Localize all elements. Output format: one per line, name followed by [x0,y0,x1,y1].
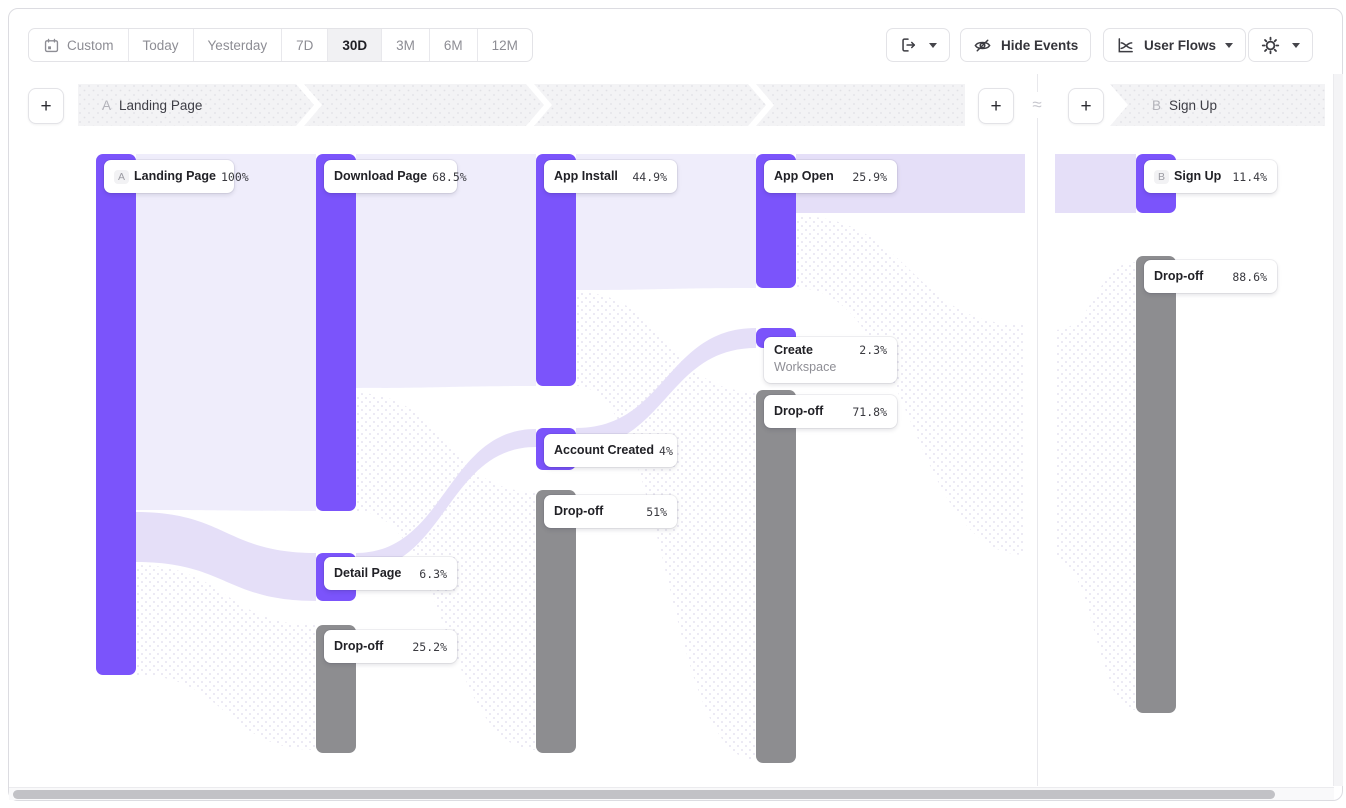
user-flows-app: CustomTodayYesterday7D30D3M6M12M Hide Ev… [0,0,1346,808]
node-name-line2: Workspace [774,359,836,375]
node-label-download[interactable]: Download Page68.5% [324,160,457,193]
node-label-dropoff-4[interactable]: Drop-off 88.6% [1144,260,1277,293]
node-percentage: 51% [646,505,667,519]
series-badge: B [1154,170,1169,184]
node-name: Sign Up [1174,169,1221,185]
node-name: Landing Page [134,169,216,185]
series-badge: A [114,170,129,184]
node-bar-dropoff-2[interactable] [536,490,576,753]
node-bar-landing[interactable] [96,154,136,675]
node-label-create-ws[interactable]: CreateWorkspace 2.3% [764,337,897,383]
node-name: Drop-off [1154,269,1203,285]
node-label-account[interactable]: Account Created 4% [544,434,677,467]
flow-appopen-to-dropoff-4 [1055,262,1136,710]
node-bar-dropoff-3[interactable] [756,390,796,763]
node-name: Download Page [334,169,427,185]
node-label-install[interactable]: App Install 44.9% [544,160,677,193]
node-bar-download[interactable] [316,154,356,511]
node-label-landing[interactable]: ALanding Page100% [104,160,234,193]
horizontal-scrollbar-thumb[interactable] [13,790,1275,799]
node-label-dropoff-1[interactable]: Drop-off 25.2% [324,630,457,663]
node-label-appopen[interactable]: App Open 25.9% [764,160,897,193]
node-name: Account Created [554,443,654,459]
node-label-detail[interactable]: Detail Page 6.3% [324,557,457,590]
node-percentage: 2.3% [859,343,887,357]
node-percentage: 6.3% [419,567,447,581]
node-label-signup[interactable]: B Sign Up 11.4% [1144,160,1277,193]
node-name: App Install [554,169,618,185]
node-percentage: 25.2% [412,640,447,654]
node-percentage: 68.5% [432,170,467,184]
node-percentage: 44.9% [632,170,667,184]
flow-landing-to-download [136,154,316,511]
node-percentage: 25.9% [852,170,887,184]
flow-appopen-to-signup [1055,154,1136,213]
node-name: Create [774,343,836,359]
node-name: Drop-off [554,504,603,520]
node-percentage: 11.4% [1232,170,1267,184]
node-percentage: 4% [659,444,673,458]
node-bar-dropoff-4[interactable] [1136,256,1176,713]
horizontal-scrollbar[interactable] [9,787,1334,800]
node-label-dropoff-3[interactable]: Drop-off 71.8% [764,395,897,428]
node-percentage: 100% [221,170,249,184]
node-name: Detail Page [334,566,401,582]
node-label-dropoff-2[interactable]: Drop-off 51% [544,495,677,528]
node-name: Drop-off [774,404,823,420]
node-percentage: 71.8% [852,405,887,419]
node-percentage: 88.6% [1232,270,1267,284]
node-name: App Open [774,169,834,185]
node-name: Drop-off [334,639,383,655]
flow-appopen-to-dropoff-4 [796,216,1025,555]
vertical-scrollbar[interactable] [1333,74,1343,786]
